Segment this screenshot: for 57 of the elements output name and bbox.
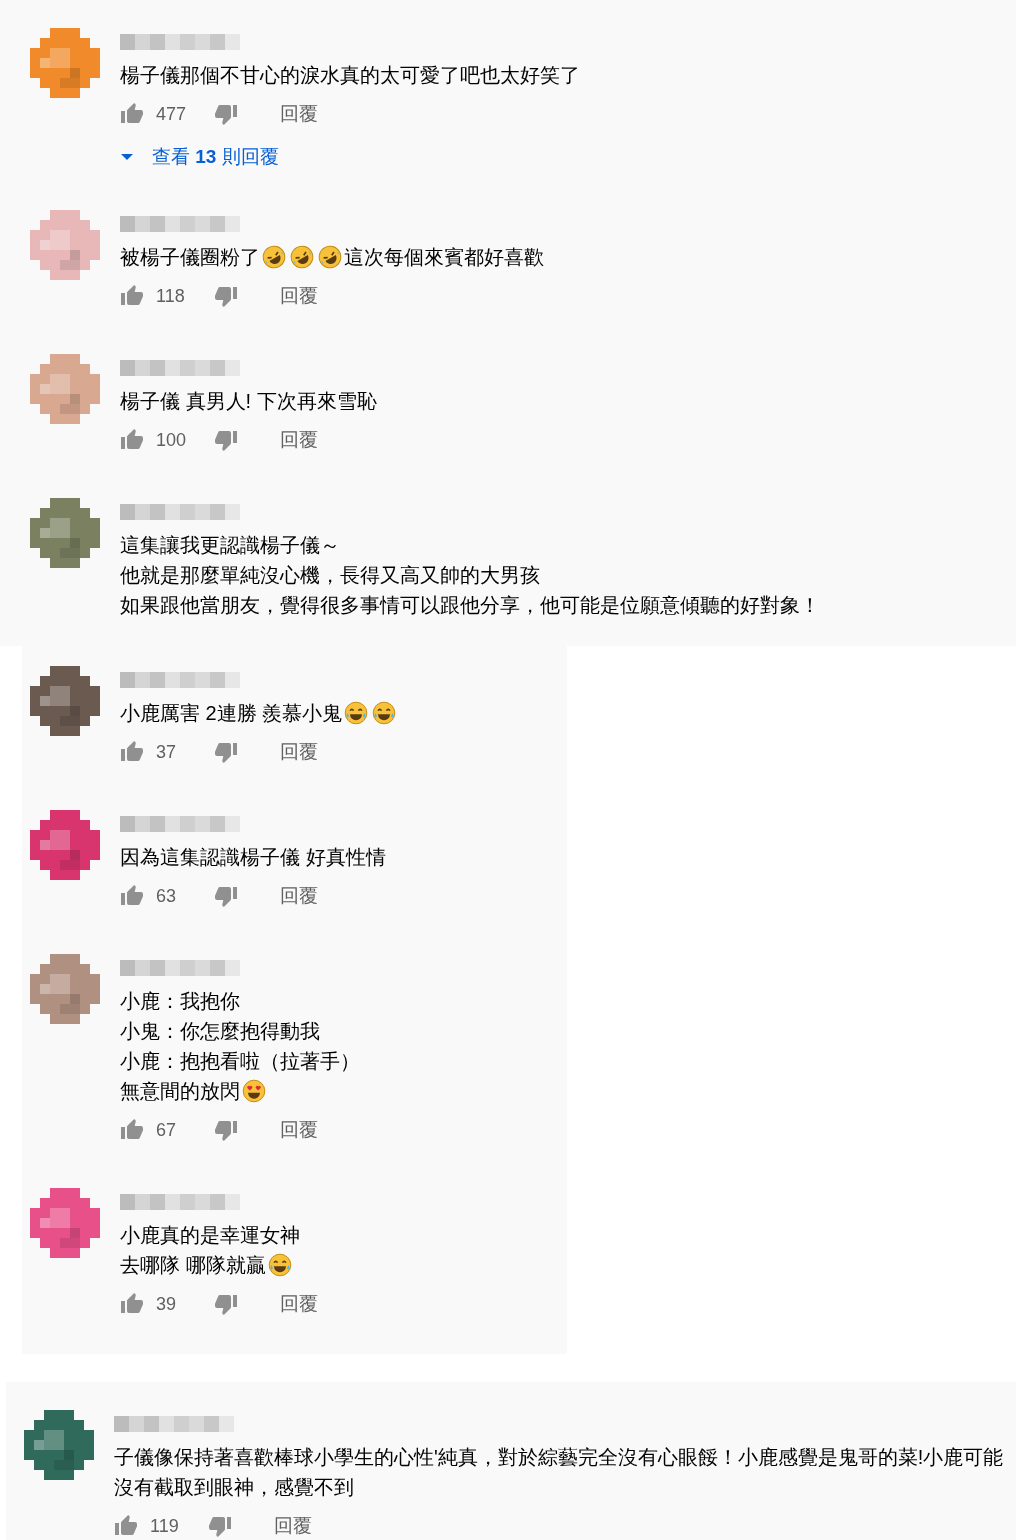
comment-text: 這集讓我更認識楊子儀～ — [120, 533, 340, 558]
like-count: 39 — [156, 1293, 178, 1315]
rolling-laugh-emoji-icon — [290, 245, 314, 269]
thumbs-down-icon[interactable] — [214, 428, 238, 452]
reply-button[interactable]: 回覆 — [272, 1287, 326, 1321]
comment-text: 被楊子儀圈粉了 — [120, 245, 260, 270]
comment-text: 如果跟他當朋友，覺得很多事情可以跟他分享，他可能是位願意傾聽的好對象！ — [120, 593, 820, 618]
like-count: 477 — [156, 103, 188, 125]
reply-button[interactable]: 回覆 — [272, 879, 326, 913]
comment-text: 楊子儀 真男人! 下次再來雪恥 — [120, 389, 377, 414]
comment-text: 無意間的放閃 — [120, 1079, 240, 1104]
reply-button[interactable]: 回覆 — [272, 423, 326, 457]
thumbs-down-icon[interactable] — [214, 1292, 238, 1316]
comment-text: 小鹿厲害 2連勝 羨慕小鬼 — [120, 701, 343, 726]
thumbs-down-icon[interactable] — [214, 102, 238, 126]
comment-text: 因為這集認識楊子儀 好真性情 — [120, 845, 386, 870]
like-count: 100 — [156, 429, 188, 451]
reply-button[interactable]: 回覆 — [272, 97, 326, 131]
reply-button[interactable]: 回覆 — [266, 1509, 320, 1540]
thumbs-down-icon[interactable] — [208, 1514, 232, 1538]
comment-text: 小鬼：你怎麼抱得動我 — [120, 1019, 320, 1044]
comment-text: 楊子儀那個不甘心的淚水真的太可愛了吧也太好笑了 — [120, 63, 580, 88]
laughing-tears-emoji-icon — [344, 701, 369, 725]
rolling-laugh-emoji-icon — [262, 245, 286, 269]
laughing-tears-emoji-icon — [267, 1253, 292, 1277]
laughing-tears-emoji-icon — [372, 701, 397, 725]
reply-button[interactable]: 回覆 — [272, 279, 326, 313]
thumbs-down-icon[interactable] — [214, 884, 238, 908]
thumbs-up-icon[interactable] — [120, 740, 144, 764]
like-count: 118 — [156, 285, 186, 307]
reply-button[interactable]: 回覆 — [272, 1113, 326, 1147]
comment-text: 這次每個來賓都好喜歡 — [344, 245, 544, 270]
like-count: 67 — [156, 1119, 178, 1141]
like-count: 119 — [150, 1515, 180, 1537]
comment-text: 小鹿真的是幸運女神 — [120, 1223, 300, 1248]
reply-button[interactable]: 回覆 — [272, 735, 326, 769]
thumbs-down-icon[interactable] — [214, 1118, 238, 1142]
thumbs-up-icon[interactable] — [120, 884, 144, 908]
comment-text: 小鹿：我抱你 — [120, 989, 240, 1014]
view-replies-button[interactable]: 查看 13 則回覆 — [120, 140, 279, 174]
thumbs-up-icon[interactable] — [120, 1118, 144, 1142]
thumbs-up-icon[interactable] — [120, 428, 144, 452]
thumbs-up-icon[interactable] — [114, 1514, 138, 1538]
caret-icon — [120, 152, 134, 162]
thumbs-up-icon[interactable] — [120, 284, 144, 308]
comment-text: 他就是那麼單純沒心機，長得又高又帥的大男孩 — [120, 563, 540, 588]
comment-text: 小鹿：抱抱看啦（拉著手） — [120, 1049, 360, 1074]
thumbs-up-icon[interactable] — [120, 102, 144, 126]
thumbs-down-icon[interactable] — [214, 284, 238, 308]
thumbs-up-icon[interactable] — [120, 1292, 144, 1316]
comment-text: 去哪隊 哪隊就贏 — [120, 1253, 266, 1278]
heart-eyes-emoji-icon — [242, 1079, 266, 1103]
rolling-laugh-emoji-icon — [318, 245, 342, 269]
comment-text: 子儀像保持著喜歡棒球小學生的心性'純真，對於綜藝完全沒有心眼餒！小鹿感覺是鬼哥的菜!小鹿可能沒有截取到眼神，感覺不到 — [114, 1446, 1004, 1498]
thumbs-down-icon[interactable] — [214, 740, 238, 764]
like-count: 63 — [156, 885, 178, 907]
like-count: 37 — [156, 741, 178, 763]
